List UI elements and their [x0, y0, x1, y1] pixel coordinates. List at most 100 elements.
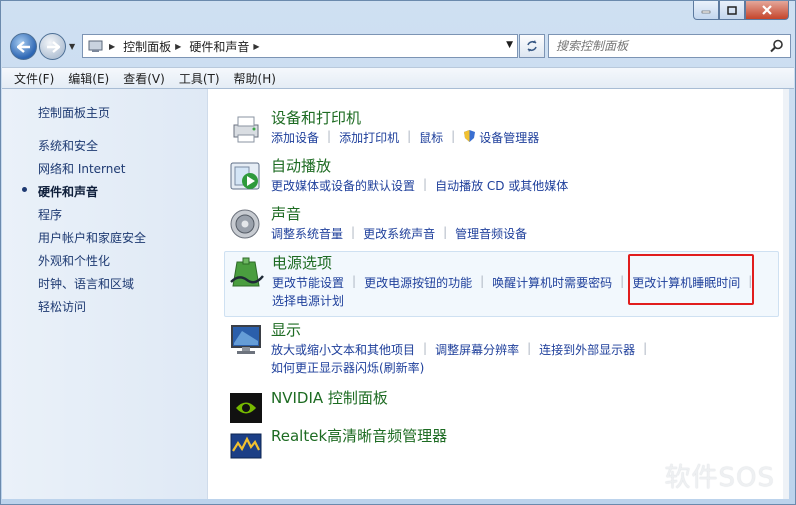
menu-view[interactable]: 查看(V): [123, 70, 165, 87]
minimize-button[interactable]: [693, 1, 719, 20]
category-nvidia: NVIDIA 控制面板: [224, 387, 779, 423]
sidebar-item-home[interactable]: 控制面板主页: [38, 104, 110, 121]
separator: |: [351, 225, 356, 239]
link-add-device[interactable]: 添加设备: [271, 129, 319, 146]
separator: |: [352, 274, 357, 288]
window-frame: ▼ ▶ 控制面板 ▶ 硬件和声音 ▶ ▼ 文件(F) 编辑(E) 查看(V) 工…: [0, 0, 796, 505]
link-row: 选择电源计划: [272, 292, 344, 309]
close-icon: [762, 5, 772, 15]
refresh-button[interactable]: [519, 34, 545, 58]
breadcrumb-separator-icon: ▶: [109, 41, 116, 51]
watermark: 软件SOS: [664, 463, 775, 493]
link-change-default-media[interactable]: 更改媒体或设备的默认设置: [271, 177, 415, 194]
category-realtek: Realtek高清晰音频管理器: [224, 425, 779, 461]
menu-bar: 文件(F) 编辑(E) 查看(V) 工具(T) 帮助(H): [2, 67, 794, 89]
recent-pages-dropdown[interactable]: ▼: [69, 42, 75, 51]
category-title[interactable]: 声音: [271, 203, 301, 224]
highlight-annotation-box: [628, 254, 754, 305]
link-mouse[interactable]: 鼠标: [419, 129, 443, 146]
category-title[interactable]: 自动播放: [271, 155, 331, 176]
sidebar-item-programs[interactable]: 程序: [38, 206, 62, 223]
link-row: 调整系统音量 | 更改系统声音 | 管理音频设备: [271, 225, 527, 242]
arrow-left-icon: [16, 40, 30, 53]
breadcrumb-separator-icon: ▶: [175, 41, 182, 51]
link-device-manager[interactable]: 设备管理器: [479, 129, 539, 146]
separator: |: [423, 177, 428, 191]
printer-icon[interactable]: [228, 111, 264, 145]
category-title[interactable]: NVIDIA 控制面板: [271, 387, 388, 408]
forward-button[interactable]: [39, 33, 66, 60]
link-choose-power-plan[interactable]: 选择电源计划: [272, 292, 344, 309]
search-icon[interactable]: [770, 39, 784, 53]
breadcrumb-separator-icon: ▶: [253, 41, 260, 51]
sidebar: 控制面板主页 系统和安全 网络和 Internet 硬件和声音 程序 用户帐户和…: [2, 89, 208, 499]
category-title[interactable]: 设备和打印机: [271, 107, 361, 128]
speaker-icon[interactable]: [228, 207, 264, 241]
link-require-password-on-wake[interactable]: 唤醒计算机时需要密码: [492, 274, 612, 291]
sidebar-item-user-accounts[interactable]: 用户帐户和家庭安全: [38, 229, 146, 246]
refresh-icon: [527, 40, 537, 52]
separator: |: [480, 274, 485, 288]
link-manage-audio-devices[interactable]: 管理音频设备: [455, 225, 527, 242]
separator: |: [407, 129, 412, 143]
scrollbar[interactable]: [783, 89, 789, 499]
link-row: 放大或缩小文本和其他项目 | 调整屏幕分辨率 | 连接到外部显示器 |: [271, 341, 655, 358]
link-power-button-function[interactable]: 更改电源按钮的功能: [364, 274, 472, 291]
navigation-bar: ▼ ▶ 控制面板 ▶ 硬件和声音 ▶ ▼: [7, 31, 791, 63]
link-screen-resolution[interactable]: 调整屏幕分辨率: [435, 341, 519, 358]
menu-file[interactable]: 文件(F): [14, 70, 54, 87]
link-text-size[interactable]: 放大或缩小文本和其他项目: [271, 341, 415, 358]
autoplay-icon[interactable]: [228, 159, 264, 193]
separator: |: [443, 225, 448, 239]
back-button[interactable]: [10, 33, 37, 60]
monitor-icon[interactable]: [228, 323, 264, 357]
link-autoplay-cd[interactable]: 自动播放 CD 或其他媒体: [435, 177, 568, 194]
category-display: 显示 放大或缩小文本和其他项目 | 调整屏幕分辨率 | 连接到外部显示器 | 如…: [224, 319, 779, 379]
link-adjust-volume[interactable]: 调整系统音量: [271, 225, 343, 242]
category-title[interactable]: Realtek高清晰音频管理器: [271, 425, 447, 446]
address-bar[interactable]: ▶ 控制面板 ▶ 硬件和声音 ▶ ▼: [82, 34, 518, 58]
menu-tools[interactable]: 工具(T): [179, 70, 220, 87]
breadcrumb-hardware-sound[interactable]: 硬件和声音: [189, 38, 249, 55]
link-row: 添加设备 | 添加打印机 | 鼠标 | 设备管理器: [271, 129, 539, 146]
sidebar-item-hardware-sound: 硬件和声音: [38, 185, 99, 199]
category-title[interactable]: 显示: [271, 319, 301, 340]
separator: |: [423, 341, 428, 355]
minimize-icon: [701, 10, 711, 14]
link-refresh-rate[interactable]: 如何更正显示器闪烁(刷新率): [271, 359, 424, 376]
maximize-button[interactable]: [719, 1, 745, 20]
search-box[interactable]: [548, 34, 791, 58]
separator: |: [643, 341, 648, 355]
sidebar-item-appearance[interactable]: 外观和个性化: [38, 252, 110, 269]
separator: |: [451, 129, 456, 143]
sidebar-item-ease-of-access[interactable]: 轻松访问: [38, 298, 86, 315]
address-dropdown-icon[interactable]: ▼: [506, 40, 513, 50]
link-row: 如何更正显示器闪烁(刷新率): [271, 359, 424, 376]
link-external-display[interactable]: 连接到外部显示器: [539, 341, 635, 358]
category-devices-printers: 设备和打印机 添加设备 | 添加打印机 | 鼠标 | 设备管理器: [224, 107, 779, 149]
sidebar-item-clock-region[interactable]: 时钟、语言和区域: [38, 275, 134, 292]
breadcrumb-control-panel[interactable]: 控制面板: [123, 38, 171, 55]
control-panel-icon: [88, 40, 103, 52]
menu-edit[interactable]: 编辑(E): [68, 70, 109, 87]
link-change-sounds[interactable]: 更改系统声音: [363, 225, 435, 242]
power-icon[interactable]: [229, 256, 265, 290]
maximize-icon: [727, 5, 737, 15]
link-row: 更改媒体或设备的默认设置 | 自动播放 CD 或其他媒体: [271, 177, 568, 194]
sidebar-item-network[interactable]: 网络和 Internet: [38, 160, 125, 177]
category-autoplay: 自动播放 更改媒体或设备的默认设置 | 自动播放 CD 或其他媒体: [224, 155, 779, 197]
nvidia-icon[interactable]: [228, 391, 264, 425]
link-add-printer[interactable]: 添加打印机: [339, 129, 399, 146]
category-sound: 声音 调整系统音量 | 更改系统声音 | 管理音频设备: [224, 203, 779, 245]
menu-help[interactable]: 帮助(H): [234, 70, 276, 87]
link-change-power-saving[interactable]: 更改节能设置: [272, 274, 344, 291]
search-input[interactable]: [556, 39, 766, 53]
shield-icon: [464, 130, 476, 142]
sidebar-item-system-security[interactable]: 系统和安全: [38, 137, 98, 154]
realtek-icon[interactable]: [228, 429, 264, 463]
arrow-right-icon: [46, 40, 60, 53]
separator: |: [527, 341, 532, 355]
close-button[interactable]: [745, 1, 789, 20]
category-title[interactable]: 电源选项: [272, 252, 332, 273]
current-item-bullet-icon: [22, 187, 27, 192]
